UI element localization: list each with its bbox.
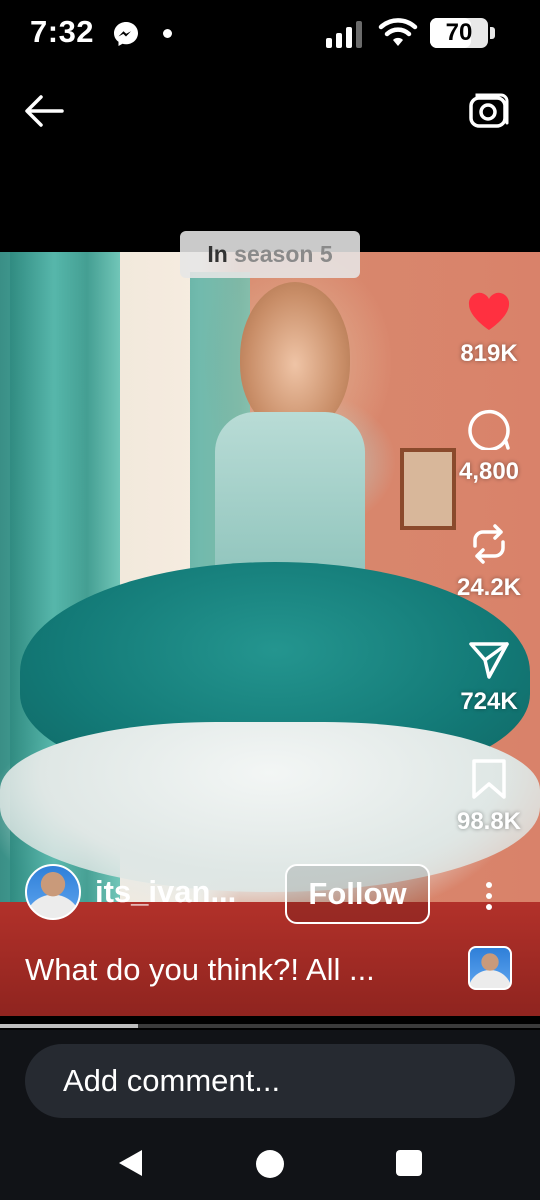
comment-icon[interactable] bbox=[467, 408, 511, 450]
battery-icon: 70 bbox=[430, 18, 488, 48]
repost-icon[interactable] bbox=[469, 522, 509, 566]
bookmark-icon[interactable] bbox=[471, 758, 507, 800]
back-arrow-icon[interactable] bbox=[24, 94, 64, 128]
like-count: 819K bbox=[460, 340, 518, 367]
status-bar: 7:32 70 bbox=[0, 0, 540, 66]
video-figure-head bbox=[240, 282, 350, 432]
top-header bbox=[0, 66, 540, 252]
video-figure-body bbox=[215, 412, 365, 582]
repost-count: 24.2K bbox=[456, 574, 522, 601]
battery-tip bbox=[490, 27, 495, 39]
season-badge-text: season 5 bbox=[227, 241, 333, 267]
comment-action[interactable]: 4,800 bbox=[444, 408, 534, 486]
post-caption[interactable]: What do you think?! All ... bbox=[25, 952, 445, 988]
username[interactable]: its_ivan... bbox=[95, 874, 236, 910]
save-count: 98.8K bbox=[456, 808, 522, 835]
video-progress-bar[interactable] bbox=[0, 1024, 540, 1028]
repost-action[interactable]: 24.2K bbox=[444, 522, 534, 602]
signal-icon bbox=[326, 21, 362, 48]
nav-recents-icon[interactable] bbox=[396, 1150, 422, 1176]
comment-count: 4,800 bbox=[458, 458, 520, 485]
camera-icon[interactable] bbox=[468, 92, 510, 130]
wifi-icon bbox=[378, 18, 418, 46]
video-progress-fill bbox=[0, 1024, 138, 1028]
like-action[interactable]: 819K bbox=[444, 292, 534, 368]
more-options-icon[interactable] bbox=[478, 880, 500, 912]
share-action[interactable]: 724K bbox=[444, 640, 534, 716]
avatar[interactable] bbox=[25, 864, 81, 920]
heart-icon[interactable] bbox=[467, 292, 511, 332]
save-action[interactable]: 98.8K bbox=[444, 758, 534, 836]
bottom-area bbox=[0, 1030, 540, 1200]
follow-button[interactable]: Follow bbox=[285, 864, 430, 924]
battery-level: 70 bbox=[445, 19, 473, 46]
messenger-icon bbox=[114, 22, 138, 46]
audio-thumbnail[interactable] bbox=[468, 946, 512, 990]
nav-back-icon[interactable] bbox=[116, 1148, 144, 1178]
status-time: 7:32 bbox=[30, 14, 95, 49]
nav-home-icon[interactable] bbox=[256, 1150, 284, 1178]
send-icon[interactable] bbox=[468, 640, 510, 680]
comment-input[interactable] bbox=[25, 1044, 515, 1118]
season-badge: In season 5 bbox=[180, 231, 360, 278]
season-badge-prefix: In bbox=[207, 241, 228, 267]
share-count: 724K bbox=[460, 688, 518, 715]
dot-icon bbox=[163, 29, 172, 38]
